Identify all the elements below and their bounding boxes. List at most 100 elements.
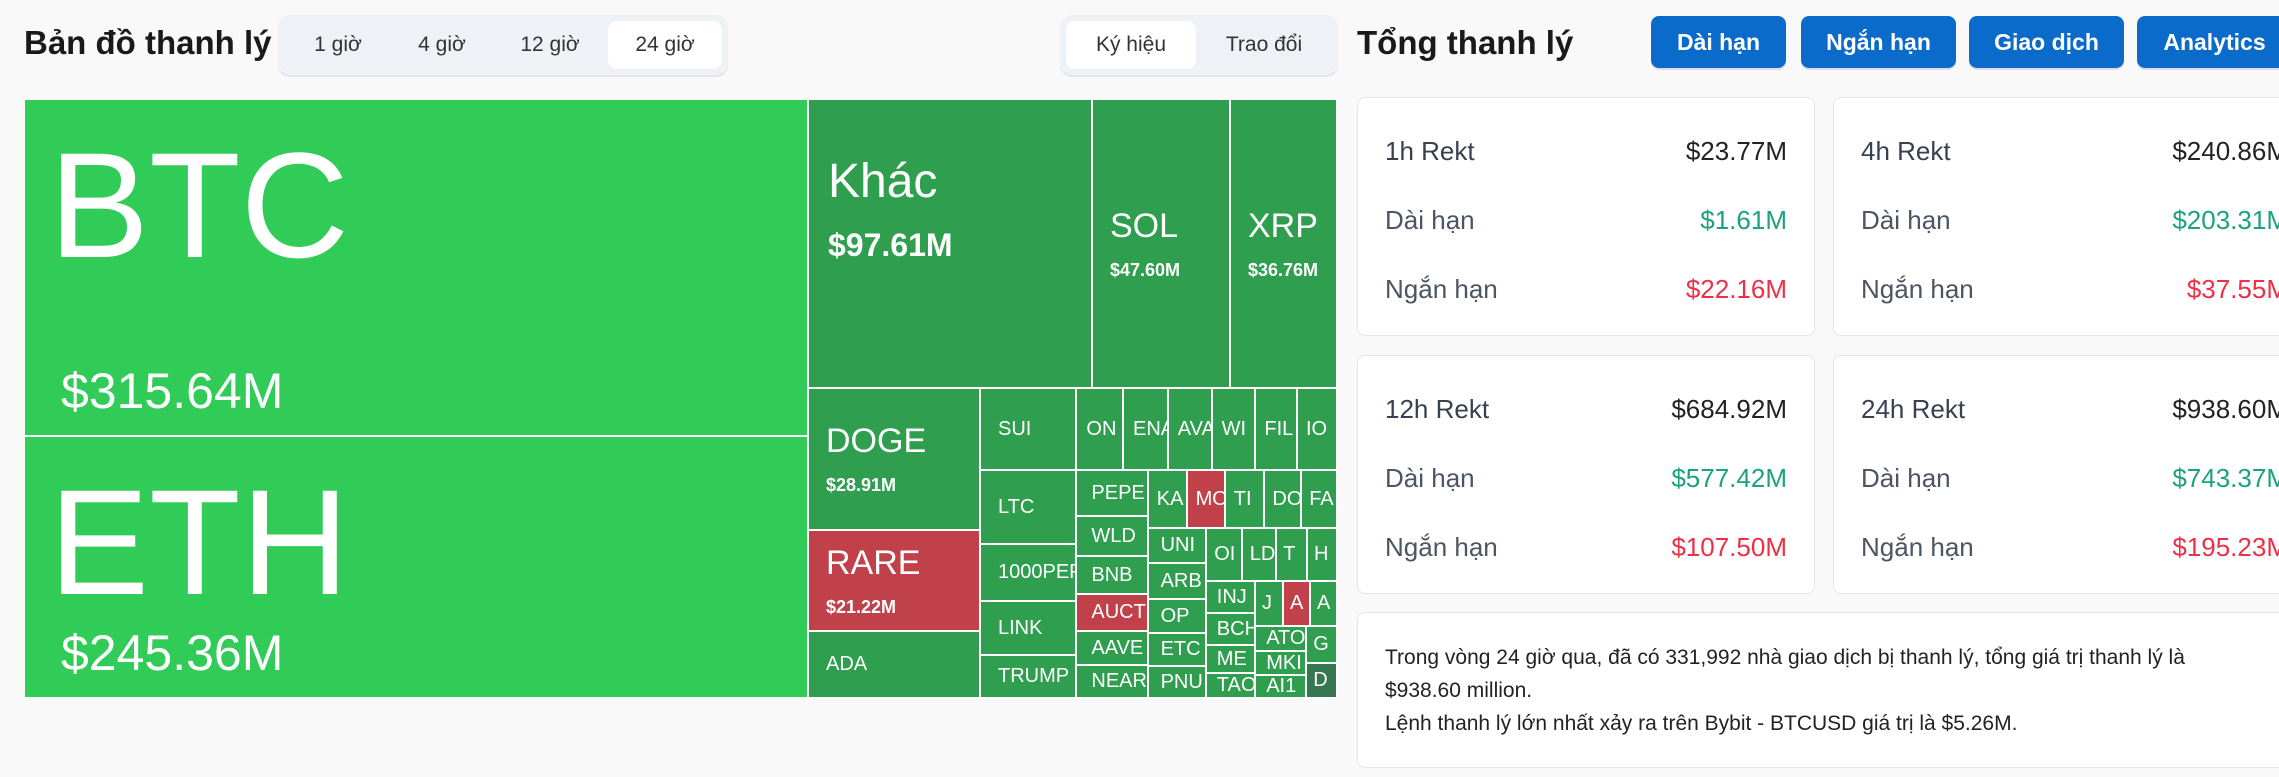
treemap-cell-arb[interactable]: ARB (1149, 564, 1207, 600)
cell-value: $245.36M (61, 625, 284, 681)
treemap-cell-link[interactable]: LINK (981, 602, 1077, 656)
treemap-cell-on[interactable]: ON (1077, 389, 1124, 471)
cell-symbol: OP (1160, 604, 1190, 627)
treemap-cell-wld[interactable]: WLD (1077, 517, 1149, 557)
summary-card: Trong vòng 24 giờ qua, đã có 331,992 nhà… (1357, 612, 2279, 768)
row-label: Dài hạn (1385, 463, 1475, 493)
cell-value: $36.76M (1248, 259, 1319, 280)
treemap-cell-t[interactable]: T (1277, 529, 1308, 582)
cell-value: $97.61M (828, 226, 953, 263)
short-button[interactable]: Ngắn hạn (1801, 16, 1956, 68)
treemap-cell-pnu[interactable]: PNU (1149, 667, 1207, 699)
treemap-cell-mki[interactable]: MKI (1256, 652, 1307, 676)
treemap-cell-ada[interactable]: ADA (809, 632, 981, 699)
treemap-cell-oi[interactable]: OI (1207, 529, 1243, 582)
treemap-cell-g[interactable]: G (1307, 627, 1338, 664)
treemap-cell-sui[interactable]: SUI (981, 389, 1077, 471)
trades-button[interactable]: Giao dịch (1969, 16, 2124, 68)
cell-symbol: RARE (826, 543, 921, 582)
treemap-cell-ena[interactable]: ENA (1124, 389, 1169, 471)
tab-24h[interactable]: 24 giờ (608, 21, 722, 69)
analytics-button[interactable]: Analytics (2137, 16, 2279, 68)
treemap-cell-io[interactable]: IO (1298, 389, 1338, 471)
treemap-cell-do[interactable]: DO (1265, 471, 1302, 529)
treemap-cell-aave[interactable]: AAVE (1077, 632, 1149, 666)
treemap-cell-ai1[interactable]: AI1 (1256, 676, 1307, 699)
treemap-cell-j[interactable]: J (1256, 582, 1284, 627)
treemap-cell-a[interactable]: A (1311, 582, 1338, 627)
time-range-tabs: 1 giờ 4 giờ 12 giờ 24 giờ (278, 15, 728, 75)
treemap-cell-inj[interactable]: INJ (1207, 582, 1256, 614)
tab-exchange[interactable]: Trao đổi (1196, 21, 1332, 69)
treemap-cell-wi[interactable]: WI (1213, 389, 1256, 471)
treemap-cell-xrp[interactable]: XRP $36.76M (1231, 100, 1338, 389)
treemap-cell-fa[interactable]: FA (1302, 471, 1338, 529)
row-label: Ngắn hạn (1861, 532, 1974, 562)
treemap-cell-bch[interactable]: BCH (1207, 614, 1256, 646)
rekt-card: 24h Rekt $938.60M Dài hạn $743.37M Ngắn hạn $… (1833, 355, 2279, 594)
cell-symbol: IO (1306, 417, 1328, 440)
treemap-cell-etc[interactable]: ETC (1149, 634, 1207, 667)
treemap-cell-a[interactable]: A (1284, 582, 1311, 627)
cell-symbol: BCH (1216, 617, 1256, 640)
treemap-cell-doge[interactable]: DOGE $28.91M (809, 389, 981, 531)
cell-value: $315.64M (61, 363, 284, 419)
card-row: Ngắn hạn $37.55M (1861, 274, 2279, 305)
cell-symbol: SOL (1110, 206, 1179, 245)
treemap-cell-ltc[interactable]: LTC (981, 471, 1077, 545)
treemap-cell-eth[interactable]: ETH $245.36M (25, 437, 809, 699)
cell-symbol: ON (1086, 417, 1117, 440)
treemap-cell-rare[interactable]: RARE $21.22M (809, 531, 981, 632)
treemap-cell-ti[interactable]: TI (1226, 471, 1265, 529)
cell-symbol: ETH (49, 458, 349, 626)
cell-symbol: LTC (998, 495, 1035, 518)
row-value: $240.86M (2172, 136, 2279, 166)
tab-1h[interactable]: 1 giờ (284, 21, 392, 69)
treemap-cell-sol[interactable]: SOL $47.60M (1093, 100, 1231, 389)
treemap-cell-near[interactable]: NEAR (1077, 666, 1149, 699)
treemap-cell-tao[interactable]: TAO (1207, 674, 1256, 699)
tab-4h[interactable]: 4 giờ (392, 21, 492, 69)
row-value: $22.16M (1685, 274, 1787, 304)
treemap-cell-khác[interactable]: Khác $97.61M (809, 100, 1093, 389)
cell-symbol: Khác (828, 154, 938, 208)
treemap-cell-fil[interactable]: FIL (1256, 389, 1298, 471)
treemap-cell-trump[interactable]: TRUMP (981, 656, 1077, 699)
row-value: $37.55M (2186, 274, 2279, 304)
treemap-cell-bnb[interactable]: BNB (1077, 557, 1149, 595)
card-row: 12h Rekt $684.92M (1385, 394, 1787, 425)
cell-symbol: J (1262, 592, 1272, 614)
treemap-cell-ava[interactable]: AVA (1169, 389, 1213, 471)
cell-value: $28.91M (826, 475, 897, 495)
card-row: Ngắn hạn $22.16M (1385, 274, 1787, 305)
tab-12h[interactable]: 12 giờ (492, 21, 608, 69)
treemap-cell-mo[interactable]: MO (1188, 471, 1226, 529)
rekt-card: 4h Rekt $240.86M Dài hạn $203.31M Ngắn hạn $3… (1833, 97, 2279, 336)
treemap-cell-uni[interactable]: UNI (1149, 529, 1207, 564)
row-label: Dài hạn (1861, 205, 1951, 235)
treemap-cell-d[interactable]: D (1307, 664, 1338, 699)
card-row: Dài hạn $577.42M (1385, 463, 1787, 494)
treemap-cell-ato[interactable]: ATO (1256, 627, 1307, 652)
cell-symbol: MO (1195, 487, 1226, 510)
row-label: 24h Rekt (1861, 394, 1966, 424)
long-button[interactable]: Dài hạn (1651, 16, 1786, 68)
treemap-cell-ld[interactable]: LD (1243, 529, 1277, 582)
row-label: Dài hạn (1385, 205, 1475, 235)
treemap-cell-op[interactable]: OP (1149, 600, 1207, 634)
row-value: $577.42M (1671, 463, 1787, 493)
treemap-cell-ka[interactable]: KA (1149, 471, 1188, 529)
cell-symbol: OI (1214, 543, 1236, 565)
cell-symbol: FA (1309, 487, 1334, 510)
treemap-cell-1000pepe[interactable]: 1000PEPE (981, 545, 1077, 602)
row-value: $1.61M (1700, 205, 1787, 235)
treemap-cell-me[interactable]: ME (1207, 646, 1256, 674)
cell-symbol: XRP (1248, 206, 1318, 245)
cell-symbol: AAVE (1091, 636, 1144, 659)
treemap-cell-btc[interactable]: BTC $315.64M (25, 100, 809, 437)
treemap-cell-h[interactable]: H (1308, 529, 1338, 582)
treemap-cell-aucti[interactable]: AUCTI (1077, 595, 1149, 632)
cell-symbol: DOGE (826, 422, 927, 460)
tab-symbol[interactable]: Ký hiệu (1066, 21, 1196, 69)
treemap-cell-pepe[interactable]: PEPE (1077, 471, 1149, 517)
